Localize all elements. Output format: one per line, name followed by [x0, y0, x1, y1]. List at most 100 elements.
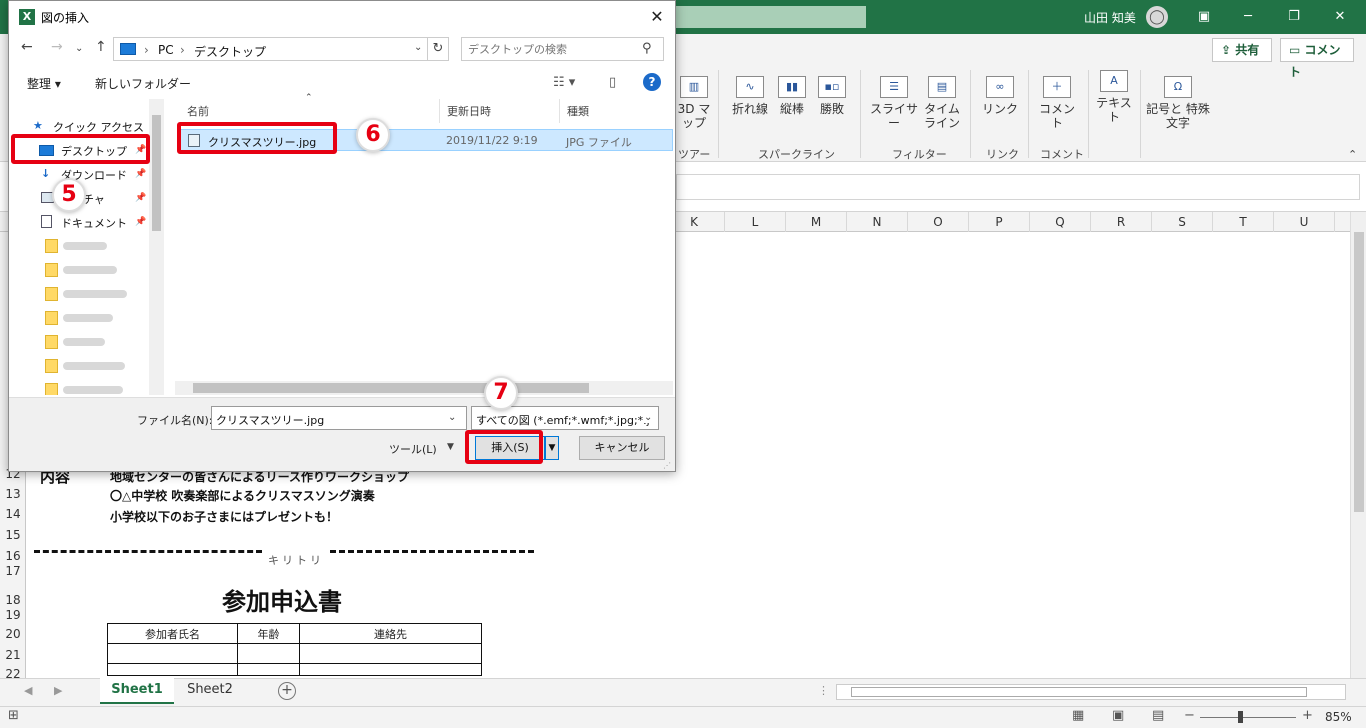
horizontal-scrollbar[interactable] — [836, 684, 1346, 700]
zoom-slider-thumb[interactable] — [1238, 711, 1243, 723]
page-layout-icon[interactable]: ▣ — [1112, 708, 1124, 723]
table-header-contact[interactable]: 連絡先 — [299, 623, 482, 644]
table-cell[interactable] — [237, 663, 300, 676]
cell-text[interactable]: 小学校以下のお子さまにはプレゼントも！ — [110, 508, 338, 525]
row-header[interactable]: 14 — [0, 507, 26, 521]
scroll-thumb[interactable] — [851, 687, 1307, 697]
pin-icon[interactable]: 📌 — [135, 193, 146, 203]
column-date[interactable]: 更新日時 — [447, 103, 491, 119]
folder-name-blurred[interactable] — [63, 290, 127, 298]
scroll-thumb[interactable] — [152, 115, 161, 231]
dialog-title-bar[interactable]: X 図の挿入 ✕ — [9, 1, 675, 33]
breadcrumb-sep-icon[interactable]: › — [180, 43, 185, 57]
vertical-scrollbar[interactable] — [1350, 212, 1366, 678]
comments-button[interactable]: ▭ コメント — [1280, 38, 1354, 79]
search-icon[interactable]: ⚲ — [642, 41, 652, 56]
folder-icon[interactable] — [45, 335, 58, 349]
breadcrumb-pc[interactable]: PC — [158, 43, 174, 57]
insert-dropdown-icon[interactable]: ▼ — [545, 436, 559, 460]
user-name[interactable]: 山田 知美 — [1084, 9, 1136, 26]
page-break-icon[interactable]: ▤ — [1152, 708, 1164, 723]
normal-view-icon[interactable]: ▦ — [1072, 708, 1084, 723]
3d-map-button[interactable]: ▥ 3D マップ — [676, 76, 712, 130]
new-comment-button[interactable]: ＋ コメント — [1034, 76, 1080, 130]
folder-icon[interactable] — [45, 263, 58, 277]
folder-icon[interactable] — [45, 239, 58, 253]
column-header[interactable]: S — [1152, 212, 1213, 232]
pin-icon[interactable]: 📌 — [135, 217, 146, 227]
slicer-button[interactable]: ☰ スライサー — [866, 76, 922, 130]
sheet-tab-2[interactable]: Sheet2 — [176, 678, 244, 704]
excel-search-box[interactable] — [676, 6, 866, 28]
new-folder-button[interactable]: 新しいフォルダー — [95, 75, 191, 92]
folder-name-blurred[interactable] — [63, 314, 113, 322]
row-header[interactable]: 16 — [0, 549, 26, 563]
excel-close-icon[interactable]: ✕ — [1320, 6, 1360, 28]
column-header[interactable]: M — [786, 212, 847, 232]
form-title[interactable]: 参加申込書 — [222, 582, 342, 617]
link-button[interactable]: ∞ リンク — [980, 76, 1020, 116]
ribbon-display-icon[interactable]: ▣ — [1184, 6, 1224, 28]
sparkline-column-button[interactable]: ▮▮ 縦棒 — [774, 76, 810, 116]
sparkline-line-button[interactable]: ∿ 折れ線 — [728, 76, 772, 116]
folder-icon[interactable] — [45, 287, 58, 301]
file-list-hscroll[interactable] — [175, 381, 673, 395]
nav-quick-access[interactable]: ★ クイック アクセス — [33, 119, 144, 135]
search-input[interactable] — [468, 41, 638, 57]
row-header[interactable]: 13 — [0, 487, 26, 501]
row-header[interactable]: 17 — [0, 564, 26, 578]
table-cell[interactable] — [237, 643, 300, 664]
minimize-icon[interactable]: ─ — [1228, 6, 1268, 28]
column-header[interactable]: N — [847, 212, 908, 232]
timeline-button[interactable]: ▤ タイム ライン — [922, 76, 962, 130]
folder-name-blurred[interactable] — [63, 338, 105, 346]
nav-scrollbar[interactable] — [149, 99, 164, 395]
symbols-button[interactable]: Ω 記号と 特殊文字 — [1146, 76, 1210, 130]
folder-name-blurred[interactable] — [63, 242, 107, 250]
folder-icon[interactable] — [45, 359, 58, 373]
chevron-down-icon[interactable]: ⌄ — [644, 412, 653, 423]
row-header[interactable]: 18 — [0, 593, 26, 607]
chevron-down-icon[interactable]: ⌄ — [448, 412, 456, 423]
column-header[interactable]: O — [908, 212, 969, 232]
search-box[interactable]: ⚲ — [461, 37, 664, 61]
table-header-age[interactable]: 年齢 — [237, 623, 300, 644]
text-button[interactable]: A テキスト — [1092, 70, 1136, 124]
row-header[interactable]: 19 — [0, 608, 26, 622]
sheet-prev-icon[interactable]: ◀ — [24, 684, 32, 697]
user-avatar-icon[interactable]: ◯ — [1146, 6, 1168, 28]
macro-record-icon[interactable]: ⊞ — [8, 708, 19, 723]
nav-downloads[interactable]: ↓ ダウンロード — [41, 167, 127, 183]
tab-split-handle-icon[interactable]: ⋮ — [818, 684, 829, 697]
breadcrumb-sep-icon[interactable]: › — [144, 43, 149, 57]
cell-text[interactable]: 〇△中学校 吹奏楽部によるクリスマスソング演奏 — [110, 487, 375, 504]
filename-input[interactable]: クリスマスツリー.jpg ⌄ — [211, 406, 467, 430]
column-divider[interactable] — [439, 99, 440, 123]
nav-documents[interactable]: ドキュメント — [41, 215, 127, 231]
table-header-name[interactable]: 参加者氏名 — [107, 623, 238, 644]
sheet-next-icon[interactable]: ▶ — [54, 684, 62, 697]
up-arrow-icon[interactable]: ↑ — [95, 39, 107, 55]
folder-name-blurred[interactable] — [63, 266, 117, 274]
table-cell[interactable] — [107, 643, 238, 664]
add-sheet-icon[interactable]: + — [278, 682, 296, 700]
folder-icon[interactable] — [45, 383, 58, 395]
row-header[interactable]: 21 — [0, 648, 26, 662]
column-divider[interactable] — [559, 99, 560, 123]
row-header[interactable]: 15 — [0, 528, 26, 542]
column-header[interactable]: Q — [1030, 212, 1091, 232]
column-header[interactable]: L — [725, 212, 786, 232]
cancel-button[interactable]: キャンセル — [579, 436, 665, 460]
row-header[interactable]: 20 — [0, 627, 26, 641]
recent-dropdown-icon[interactable]: ⌄ — [75, 43, 83, 54]
ribbon-collapse-icon[interactable]: ⌃ — [1348, 148, 1357, 161]
table-cell[interactable] — [107, 663, 238, 676]
share-button[interactable]: ⇪ 共有 — [1212, 38, 1272, 62]
address-dropdown-icon[interactable]: ⌄ — [414, 42, 422, 53]
address-bar[interactable]: › PC › デスクトップ ⌄ — [113, 37, 441, 61]
zoom-slider[interactable] — [1200, 717, 1296, 718]
zoom-in-icon[interactable]: + — [1302, 708, 1313, 723]
sheet-tab-1[interactable]: Sheet1 — [100, 678, 174, 704]
formula-input[interactable] — [676, 174, 1360, 200]
breadcrumb-desktop[interactable]: デスクトップ — [194, 43, 266, 60]
